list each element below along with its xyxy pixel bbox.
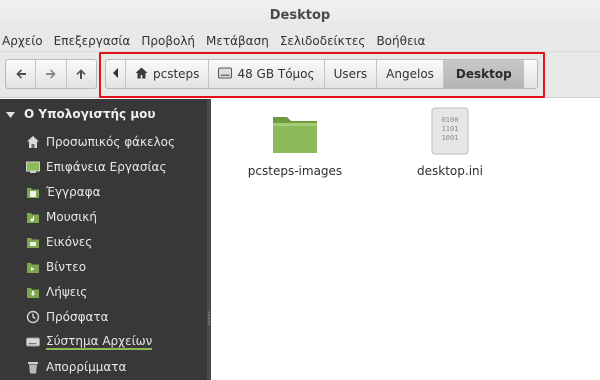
crumb-volume[interactable]: 48 GB Τόμος: [209, 60, 325, 88]
arrow-right-icon: [45, 68, 57, 80]
crumb-pcsteps[interactable]: pcsteps: [126, 60, 210, 88]
chevron-left-icon: [112, 67, 119, 81]
menu-edit[interactable]: Επεξεργασία: [54, 34, 131, 48]
crumb-label: pcsteps: [153, 67, 200, 81]
pathbar-back-button[interactable]: [106, 60, 126, 88]
arrow-left-icon: [15, 68, 27, 80]
binary-glyph-line: 0100: [442, 116, 459, 124]
location-pathbar: pcsteps 48 GB Τόμος Users Angelos Deskto…: [105, 59, 538, 89]
title-bar[interactable]: Desktop: [0, 0, 600, 30]
menu-bookmarks[interactable]: Σελιδοδείκτες: [280, 34, 366, 48]
sidebar: Ο Υπολογιστής μου Προσωπικός φάκελος Επι…: [0, 99, 207, 380]
sidebar-header-label: Ο Υπολογιστής μου: [24, 107, 156, 121]
back-button[interactable]: [6, 60, 37, 88]
home-icon: [26, 135, 40, 149]
crumb-label: Users: [333, 67, 368, 81]
sidebar-item-documents[interactable]: Έγγραφα: [26, 181, 101, 203]
crumb-label: Desktop: [455, 67, 512, 81]
crumb-label: 48 GB Τόμος: [237, 67, 315, 81]
sidebar-item-label: Μουσική: [46, 210, 97, 224]
toolbar: pcsteps 48 GB Τόμος Users Angelos Deskto…: [0, 52, 600, 98]
sidebar-item-label: Λήψεις: [46, 285, 88, 299]
up-button[interactable]: [67, 60, 96, 88]
binary-file-icon: 0100 1101 1001: [428, 107, 472, 158]
menu-go[interactable]: Μετάβαση: [206, 34, 269, 48]
sidebar-item-home[interactable]: Προσωπικός φάκελος: [26, 131, 175, 153]
crumb-angelos[interactable]: Angelos: [377, 60, 444, 88]
desktop-icon: [26, 160, 40, 174]
menu-bar: Αρχείο Επεξεργασία Προβολή Μετάβαση Σελι…: [0, 30, 600, 52]
menu-file[interactable]: Αρχείο: [2, 34, 43, 48]
filesystem-icon: [26, 335, 40, 349]
splitter-grip-icon: [208, 311, 210, 325]
file-name: desktop.ini: [417, 164, 483, 178]
crumb-users[interactable]: Users: [325, 60, 378, 88]
folder-icon: [271, 117, 319, 158]
sidebar-item-pictures[interactable]: Εικόνες: [26, 231, 92, 253]
sidebar-item-downloads[interactable]: Λήψεις: [26, 281, 87, 303]
videos-folder-icon: [26, 260, 40, 274]
file-view: pcsteps-images 0100 1101 1001 desktop.in…: [211, 99, 600, 380]
menu-view[interactable]: Προβολή: [141, 34, 195, 48]
sidebar-item-filesystem[interactable]: Σύστημα Αρχείων: [26, 331, 153, 353]
sidebar-item-label: Πρόσφατα: [46, 310, 109, 324]
navigation-buttons: [5, 59, 97, 89]
file-item[interactable]: 0100 1101 1001 desktop.ini: [395, 107, 505, 178]
sidebar-item-label: Απορρίμματα: [46, 360, 127, 374]
sidebar-item-music[interactable]: Μουσική: [26, 206, 97, 228]
file-manager-window: Desktop Αρχείο Επεξεργασία Προβολή Μετάβ…: [0, 0, 600, 380]
file-item[interactable]: pcsteps-images: [240, 111, 350, 178]
documents-folder-icon: [26, 185, 40, 199]
sidebar-section-header[interactable]: Ο Υπολογιστής μου: [6, 107, 156, 121]
menu-help[interactable]: Βοήθεια: [376, 34, 425, 48]
crumb-desktop[interactable]: Desktop: [443, 60, 524, 88]
sidebar-item-videos[interactable]: Βίντεο: [26, 256, 86, 278]
file-name: pcsteps-images: [247, 164, 343, 178]
sidebar-item-label: Εικόνες: [46, 235, 93, 249]
expand-triangle-icon: [6, 107, 15, 121]
sidebar-item-label: Επιφάνεια Εργασίας: [46, 160, 167, 174]
trash-icon: [26, 360, 40, 374]
sidebar-item-desktop[interactable]: Επιφάνεια Εργασίας: [26, 156, 167, 178]
window-title: Desktop: [269, 8, 331, 23]
sidebar-item-label: Προσωπικός φάκελος: [46, 135, 176, 149]
sidebar-item-label: Έγγραφα: [46, 185, 101, 199]
sidebar-item-label: Σύστημα Αρχείων: [46, 334, 153, 350]
crumb-label: Angelos: [386, 67, 434, 81]
pictures-folder-icon: [26, 235, 40, 249]
drive-icon: [218, 67, 233, 82]
sidebar-item-trash[interactable]: Απορρίμματα: [26, 356, 126, 378]
sidebar-item-recent[interactable]: Πρόσφατα: [26, 306, 109, 328]
sidebar-item-label: Βίντεο: [46, 260, 87, 274]
binary-glyph-line: 1001: [442, 134, 459, 142]
recent-icon: [26, 310, 40, 324]
home-icon: [135, 67, 148, 82]
downloads-folder-icon: [26, 285, 40, 299]
music-folder-icon: [26, 210, 40, 224]
forward-button[interactable]: [36, 60, 67, 88]
arrow-up-icon: [75, 68, 87, 80]
binary-glyph-line: 1101: [442, 125, 459, 133]
